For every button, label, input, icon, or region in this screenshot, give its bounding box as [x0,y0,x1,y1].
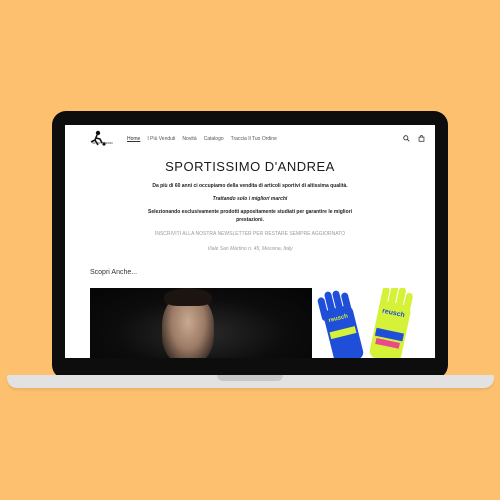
page-title: SPORTISSIMO D'ANDREA [165,159,335,174]
logo-icon[interactable] [89,130,115,148]
nav-track-order[interactable]: Traccia Il Tuo Ordine [231,136,277,142]
nav-catalog[interactable]: Catalogo [204,136,224,142]
laptop-notch [217,375,283,381]
address-text: Viale San Martino n. 45, Messina, Italy [207,246,293,252]
discover-heading: Scopri Anche... [90,269,138,276]
player-portrait-image[interactable] [90,288,312,358]
newsletter-text[interactable]: INSCRIVITI ALLA NOSTRA NEWSLETTER PER RE… [65,231,435,237]
nav-home[interactable]: Home [127,136,140,142]
nav-best-sellers[interactable]: I Più Venduti [147,136,175,142]
intro-line: Da più di 60 anni ci occupiamo della ven… [152,183,348,189]
brands-line: Trattando solo i migliori marchi [212,196,288,202]
main-nav: Home I Più Venduti Novità Catalogo Tracc… [127,136,277,142]
nav-new[interactable]: Novità [182,136,196,142]
selection-line: Selezionando esclusivamente prodotti app… [148,209,352,215]
bag-icon[interactable] [418,135,425,142]
header-icons [403,135,425,142]
logo-text: SPORTISSIMO [92,141,113,145]
goalkeeper-gloves-image[interactable]: reusch reusch [317,288,435,358]
player-hair [164,288,212,306]
browser-screen: SPORTISSIMO Home I Più Venduti Novità Ca… [65,125,435,358]
site-header: SPORTISSIMO Home I Più Venduti Novità Ca… [65,125,435,153]
search-icon[interactable] [403,135,410,142]
selection-line-end: prestazioni. [236,217,264,223]
gloves-illustration: reusch reusch [317,288,413,358]
